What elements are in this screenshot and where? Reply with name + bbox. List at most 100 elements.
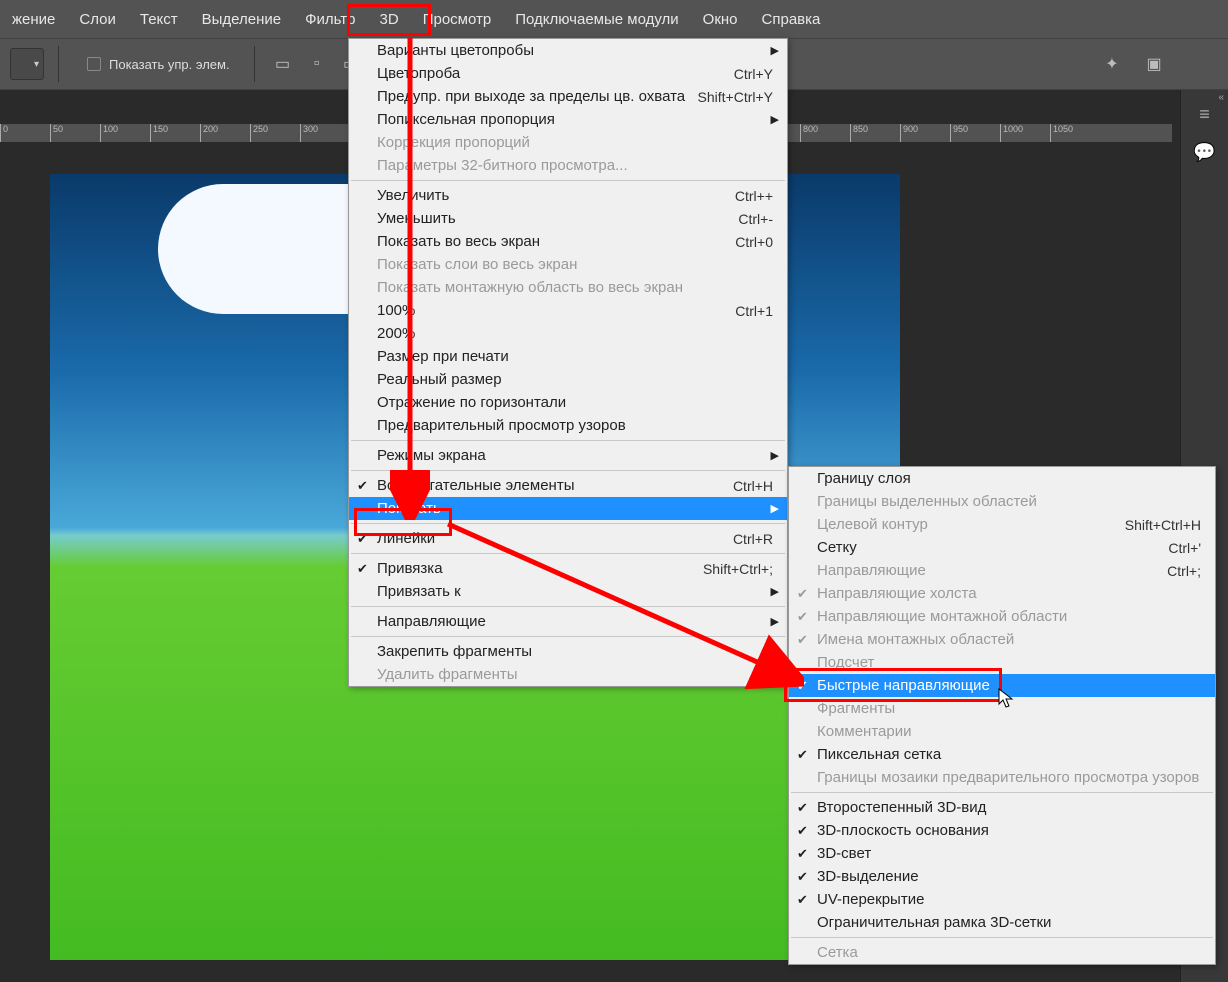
view-menu-item-0[interactable]: Варианты цветопробы▶ xyxy=(349,39,787,62)
menu-item-label: Показать во весь экран xyxy=(377,233,540,250)
show-menu-item-0[interactable]: Границу слоя xyxy=(789,467,1215,490)
menu-item-label: 3D-выделение xyxy=(817,868,919,885)
ruler-tick: 1050 xyxy=(1050,124,1100,142)
mode-3d-icon[interactable]: ✦ xyxy=(1098,50,1126,78)
check-icon: ✔ xyxy=(357,561,368,577)
menu-item-label: 200% xyxy=(377,325,415,342)
view-menu-item-22[interactable]: Показать▶ xyxy=(349,497,787,520)
view-menu-item-31[interactable]: Закрепить фрагменты xyxy=(349,640,787,663)
show-menu-item-3[interactable]: СеткуCtrl+' xyxy=(789,536,1215,559)
view-menu-item-9[interactable]: Показать во весь экранCtrl+0 xyxy=(349,230,787,253)
separator xyxy=(254,46,255,82)
menu-item-label: Целевой контур xyxy=(817,516,928,533)
collapse-icon[interactable]: « xyxy=(1218,92,1224,103)
view-menu-dropdown: Варианты цветопробы▶ Цветопроба Ctrl+Y Пред… xyxy=(348,38,788,687)
view-menu-item-27[interactable]: Привязать к ▶ xyxy=(349,580,787,603)
view-menu-item-21[interactable]: ✔Вспомогательные элементыCtrl+H xyxy=(349,474,787,497)
check-icon: ✔ xyxy=(797,846,808,862)
menu-3d[interactable]: 3D xyxy=(368,0,411,38)
show-menu-item-16[interactable]: ✔3D-плоскость основания xyxy=(789,819,1215,842)
panel-icon-2[interactable]: 💬 xyxy=(1191,138,1219,166)
menu-view[interactable]: Просмотр xyxy=(411,0,504,38)
submenu-arrow-icon: ▶ xyxy=(771,502,779,515)
view-menu-item-3[interactable]: Попиксельная пропорция▶ xyxy=(349,108,787,131)
menu-separator xyxy=(351,553,785,554)
menu-item-label: Направляющие xyxy=(817,562,926,579)
align-center-icon[interactable]: ▫ xyxy=(303,50,331,78)
menu-item-label: 3D-свет xyxy=(817,845,871,862)
view-menu-item-12[interactable]: 100%Ctrl+1 xyxy=(349,299,787,322)
view-menu-item-15[interactable]: Реальный размер xyxy=(349,368,787,391)
menu-item-shortcut: Ctrl+R xyxy=(733,531,773,547)
show-menu-item-12[interactable]: ✔Пиксельная сетка xyxy=(789,743,1215,766)
menu-item-label: Быстрые направляющие xyxy=(817,677,990,694)
check-icon: ✔ xyxy=(797,747,808,763)
menu-item-label: Увеличить xyxy=(377,187,449,204)
show-menu-item-20[interactable]: Ограничительная рамка 3D-сетки xyxy=(789,911,1215,934)
view-menu-item-14[interactable]: Размер при печати xyxy=(349,345,787,368)
show-menu-item-19[interactable]: ✔UV-перекрытие xyxy=(789,888,1215,911)
view-menu-item-24[interactable]: ✔ЛинейкиCtrl+R xyxy=(349,527,787,550)
view-menu-item-26[interactable]: ✔ПривязкаShift+Ctrl+; xyxy=(349,557,787,580)
menu-separator xyxy=(351,440,785,441)
show-menu-item-4: Направляющие Ctrl+; xyxy=(789,559,1215,582)
camera-icon[interactable]: ▣ xyxy=(1140,50,1168,78)
menu-item-label: Удалить фрагменты xyxy=(377,666,518,683)
ruler-tick: 1000 xyxy=(1000,124,1050,142)
show-menu-item-13: Границы мозаики предварительного просмот… xyxy=(789,766,1215,789)
show-menu-item-18[interactable]: ✔3D-выделение xyxy=(789,865,1215,888)
view-menu-item-29[interactable]: Направляющие▶ xyxy=(349,610,787,633)
show-menu-item-1: Границы выделенных областей xyxy=(789,490,1215,513)
ruler-tick: 0 xyxy=(0,124,50,142)
menu-item-label: Отражение по горизонтали xyxy=(377,394,566,411)
menu-item-label: Коррекция пропорций xyxy=(377,134,530,151)
view-menu-item-1[interactable]: Цветопроба Ctrl+Y xyxy=(349,62,787,85)
menu-item-label: Имена монтажных областей xyxy=(817,631,1014,648)
menu-item-shortcut: Ctrl+Y xyxy=(734,66,773,82)
menu-item-label: Цветопроба xyxy=(377,65,460,82)
menu-window[interactable]: Окно xyxy=(691,0,750,38)
show-menu-item-17[interactable]: ✔ 3D-свет xyxy=(789,842,1215,865)
show-menu-item-11: Комментарии xyxy=(789,720,1215,743)
menu-item-label: Привязать к xyxy=(377,583,461,600)
menu-separator xyxy=(351,180,785,181)
menu-text[interactable]: Текст xyxy=(128,0,190,38)
menu-item-shortcut: Ctrl++ xyxy=(735,188,773,204)
view-menu-item-5: Параметры 32-битного просмотра... xyxy=(349,154,787,177)
view-menu-item-8[interactable]: УменьшитьCtrl+- xyxy=(349,207,787,230)
menu-select[interactable]: Выделение xyxy=(190,0,293,38)
view-menu-item-17[interactable]: Предварительный просмотр узоров xyxy=(349,414,787,437)
chevron-down-icon: ▾ xyxy=(34,59,39,70)
panel-icon-1[interactable]: ≡ xyxy=(1191,100,1219,128)
ruler-tick: 200 xyxy=(200,124,250,142)
menu-item-shortcut: Ctrl+; xyxy=(1167,563,1201,579)
show-controls-checkbox[interactable]: Показать упр. элем. xyxy=(87,57,230,72)
menu-item-label: Реальный размер xyxy=(377,371,502,388)
view-menu-item-19[interactable]: Режимы экрана▶ xyxy=(349,444,787,467)
menu-item-label: Направляющие xyxy=(377,613,486,630)
menu-item-label: Сетка xyxy=(817,944,858,961)
menu-image[interactable]: жение xyxy=(0,0,67,38)
menu-filter[interactable]: Фильтр xyxy=(293,0,367,38)
menu-help[interactable]: Справка xyxy=(750,0,833,38)
show-menu-item-15[interactable]: ✔Второстепенный 3D-вид xyxy=(789,796,1215,819)
show-controls-label: Показать упр. элем. xyxy=(109,57,230,72)
check-icon: ✔ xyxy=(357,478,368,494)
submenu-arrow-icon: ▶ xyxy=(771,585,779,598)
menu-item-label: Уменьшить xyxy=(377,210,456,227)
view-menu-item-7[interactable]: Увеличить Ctrl++ xyxy=(349,184,787,207)
view-menu-item-2[interactable]: Предупр. при выходе за пределы цв. охват… xyxy=(349,85,787,108)
view-menu-item-10: Показать слои во весь экран xyxy=(349,253,787,276)
menu-plugins[interactable]: Подключаемые модули xyxy=(503,0,690,38)
show-menu-item-8: Подсчет xyxy=(789,651,1215,674)
view-menu-item-13[interactable]: 200% xyxy=(349,322,787,345)
menu-item-label: Границу слоя xyxy=(817,470,911,487)
menu-separator xyxy=(791,937,1213,938)
menu-item-label: Фрагменты xyxy=(817,700,895,717)
tool-preset-dropdown[interactable]: ▾ xyxy=(10,48,44,80)
menu-layers[interactable]: Слои xyxy=(67,0,127,38)
menu-item-label: Попиксельная пропорция xyxy=(377,111,555,128)
align-left-icon[interactable]: ▭ xyxy=(269,50,297,78)
menu-item-label: Сетку xyxy=(817,539,857,556)
view-menu-item-16[interactable]: Отражение по горизонтали xyxy=(349,391,787,414)
